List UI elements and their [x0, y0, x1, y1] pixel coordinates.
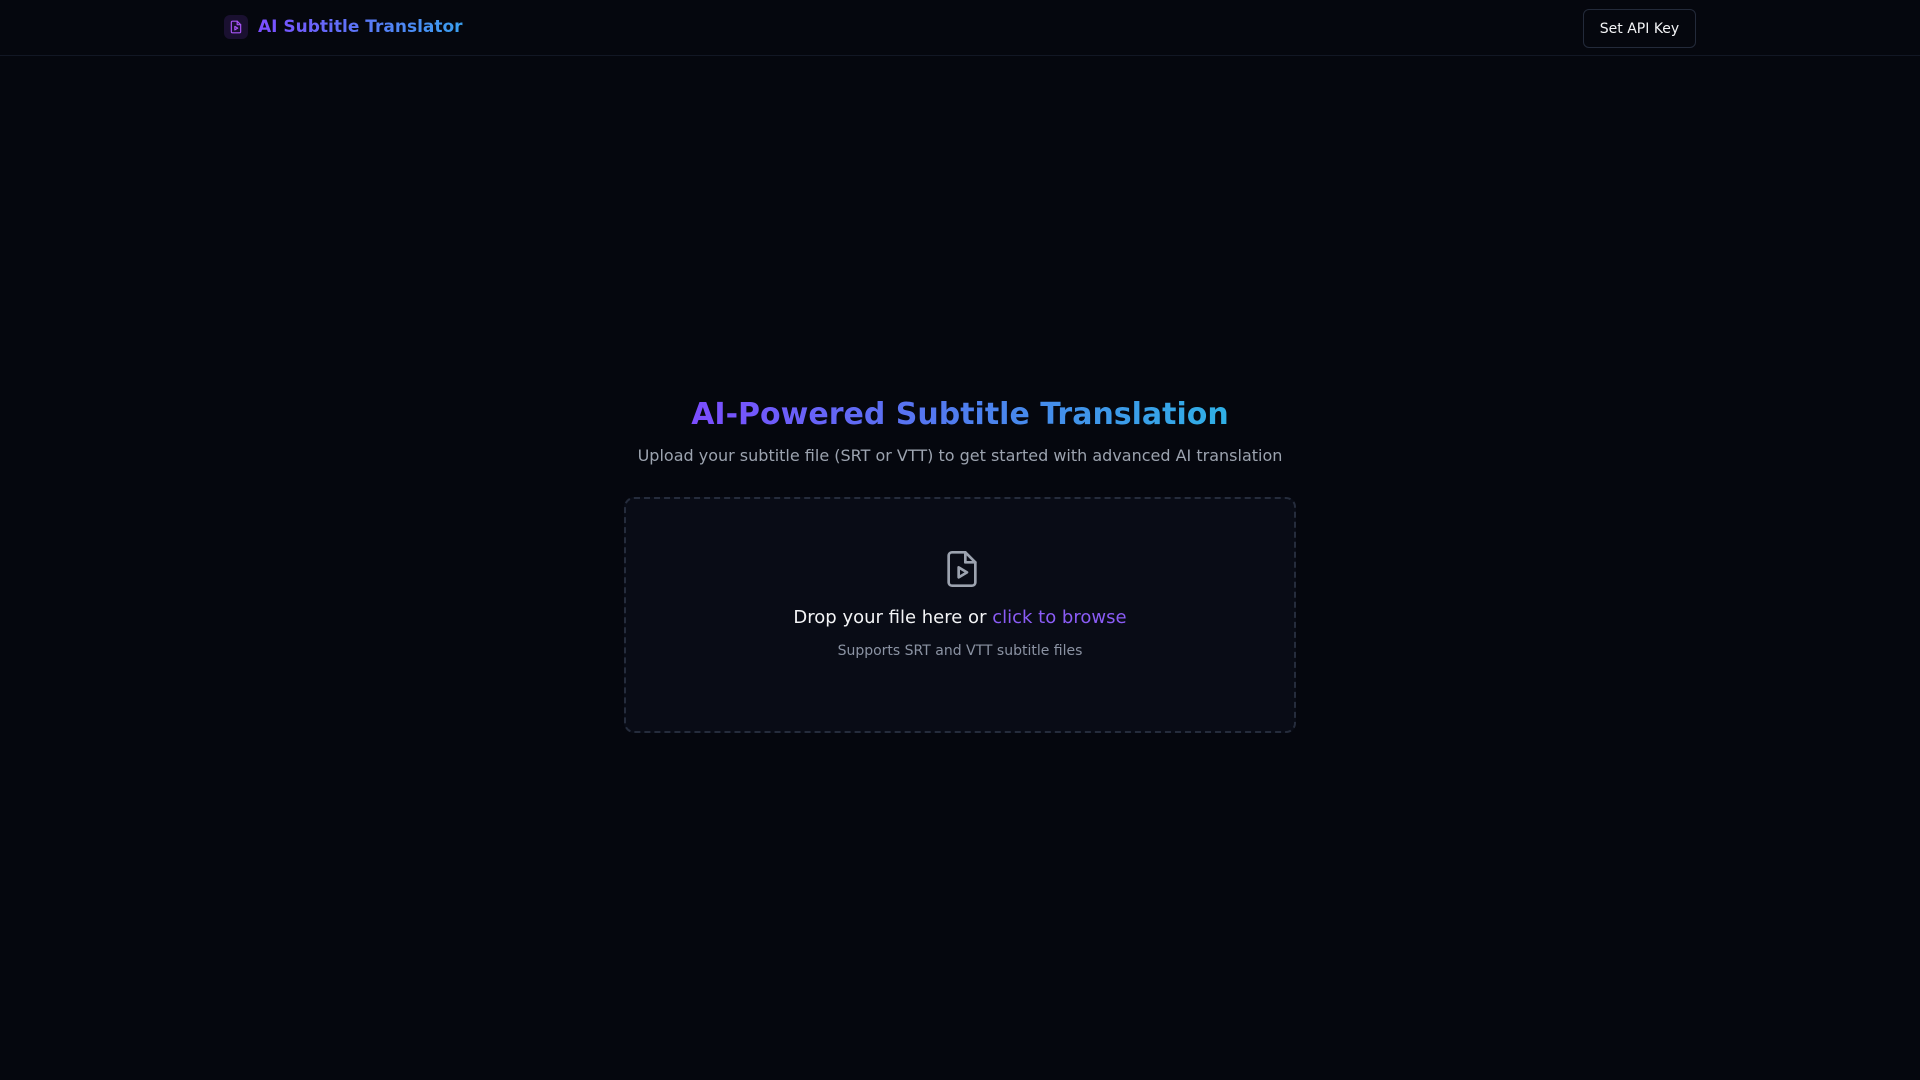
file-dropzone[interactable]: Drop your file here or click to browse S…: [624, 497, 1296, 733]
dropzone-prompt: Drop your file here or click to browse: [626, 606, 1294, 630]
top-header: AI Subtitle Translator Set API Key: [0, 0, 1920, 56]
app-title: AI Subtitle Translator: [258, 17, 463, 37]
file-play-icon: [224, 15, 248, 39]
browse-link[interactable]: click to browse: [992, 607, 1126, 628]
dropzone-hint: Supports SRT and VTT subtitle files: [837, 643, 1083, 659]
hero-section: AI-Powered Subtitle Translation Upload y…: [0, 395, 1920, 467]
page-title: AI-Powered Subtitle Translation: [691, 395, 1229, 435]
page-subtitle: Upload your subtitle file (SRT or VTT) t…: [637, 446, 1283, 465]
file-play-icon: [942, 549, 982, 589]
app-brand[interactable]: AI Subtitle Translator: [224, 14, 463, 40]
set-api-key-button[interactable]: Set API Key: [1583, 9, 1696, 48]
dropzone-prompt-text: Drop your file here or: [793, 607, 993, 628]
